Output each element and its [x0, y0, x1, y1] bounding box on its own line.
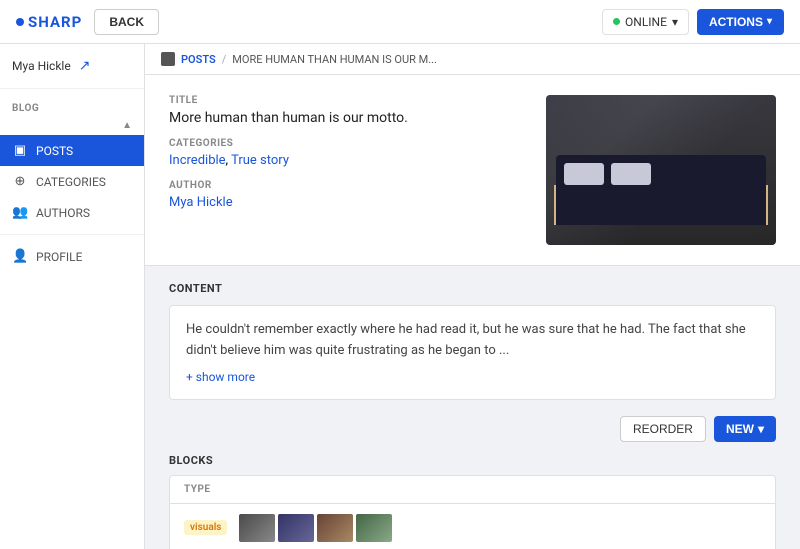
blocks-toolbar: REORDER NEW ▾	[169, 416, 776, 442]
app-logo: SHARP	[16, 13, 82, 31]
author-label: AUTHOR	[169, 180, 526, 191]
new-block-chevron-icon: ▾	[758, 422, 764, 436]
content-section-label: CONTENT	[169, 282, 776, 295]
content-box: He couldn't remember exactly where he ha…	[169, 305, 776, 400]
nav-right: ONLINE ▾ ACTIONS ▾	[602, 9, 784, 35]
body-area: Mya Hickle ↗ BLOG ▲ ▣ POSTS ⊕ CATEGORIES…	[0, 44, 800, 549]
actions-button[interactable]: ACTIONS ▾	[697, 9, 784, 35]
top-navigation: SHARP BACK ONLINE ▾ ACTIONS ▾	[0, 0, 800, 44]
sidebar-user: Mya Hickle ↗	[0, 44, 144, 89]
nav-left: SHARP BACK	[16, 9, 159, 35]
breadcrumb: POSTS / MORE HUMAN THAN HUMAN IS OUR M..…	[145, 44, 800, 75]
category-incredible[interactable]: Incredible	[169, 153, 226, 168]
breadcrumb-separator: /	[222, 53, 227, 66]
category-truestory[interactable]: True story	[231, 153, 289, 168]
sidebar-item-authors[interactable]: 👥 AUTHORS	[0, 197, 144, 228]
table-header-type: TYPE	[170, 476, 775, 504]
sidebar-authors-label: AUTHORS	[36, 206, 90, 220]
online-chevron: ▾	[672, 15, 678, 29]
thumb-2	[278, 514, 314, 542]
pillow-left	[564, 163, 604, 185]
thumb-1	[239, 514, 275, 542]
main-content: POSTS / MORE HUMAN THAN HUMAN IS OUR M..…	[145, 44, 800, 549]
posts-icon: ▣	[12, 143, 28, 158]
image-thumbs	[239, 514, 392, 542]
table-row: visuals	[170, 504, 775, 549]
sidebar: Mya Hickle ↗ BLOG ▲ ▣ POSTS ⊕ CATEGORIES…	[0, 44, 145, 549]
sidebar-item-categories[interactable]: ⊕ CATEGORIES	[0, 166, 144, 197]
post-categories: Incredible, True story	[169, 153, 526, 168]
logo-dot	[16, 18, 24, 26]
content-section: CONTENT He couldn't remember exactly whe…	[145, 266, 800, 416]
show-more-link[interactable]: + show more	[186, 370, 255, 384]
categories-icon: ⊕	[12, 174, 28, 189]
authors-icon: 👥	[12, 205, 28, 220]
sidebar-item-posts[interactable]: ▣ POSTS	[0, 135, 144, 166]
tag-visuals: visuals	[184, 520, 227, 535]
thumb-4	[356, 514, 392, 542]
breadcrumb-posts-link[interactable]: POSTS	[181, 53, 216, 66]
breadcrumb-posts-icon	[161, 52, 175, 66]
blocks-section-label: BLOCKS	[169, 454, 776, 467]
new-block-label: NEW	[726, 422, 754, 436]
pillow-right	[611, 163, 651, 185]
actions-chevron-icon: ▾	[767, 16, 772, 27]
sidebar-blog-label: BLOG	[12, 103, 39, 114]
online-label: ONLINE	[625, 15, 667, 29]
sidebar-posts-label: POSTS	[36, 144, 73, 158]
sidebar-item-profile[interactable]: 👤 PROFILE	[0, 241, 144, 272]
sidebar-blog-toggle[interactable]: ▲	[122, 120, 132, 131]
post-info: TITLE More human than human is our motto…	[169, 95, 526, 245]
sidebar-logout-icon[interactable]: ↗	[79, 58, 91, 74]
online-dot	[613, 18, 620, 25]
sidebar-divider	[0, 234, 144, 235]
title-label: TITLE	[169, 95, 526, 106]
logo-text: SHARP	[28, 13, 82, 31]
content-text: He couldn't remember exactly where he ha…	[186, 320, 759, 362]
blocks-table: TYPE visuals text Ab ut repellat quia la…	[169, 475, 776, 549]
sidebar-profile-label: PROFILE	[36, 250, 82, 264]
post-title: More human than human is our motto.	[169, 110, 526, 126]
bed-shape	[556, 155, 766, 225]
post-author[interactable]: Mya Hickle	[169, 195, 233, 210]
online-status: ONLINE ▾	[602, 9, 689, 35]
actions-label: ACTIONS	[709, 15, 763, 29]
sidebar-username: Mya Hickle	[12, 59, 71, 73]
breadcrumb-current-page: MORE HUMAN THAN HUMAN IS OUR M...	[232, 53, 437, 66]
thumb-3	[317, 514, 353, 542]
post-detail-panel: TITLE More human than human is our motto…	[145, 75, 800, 266]
profile-icon: 👤	[12, 249, 28, 264]
new-block-button[interactable]: NEW ▾	[714, 416, 776, 442]
post-thumbnail	[546, 95, 776, 245]
categories-label: CATEGORIES	[169, 138, 526, 149]
blocks-section: REORDER NEW ▾ BLOCKS TYPE visuals	[145, 416, 800, 549]
sidebar-categories-label: CATEGORIES	[36, 175, 106, 189]
back-button[interactable]: BACK	[94, 9, 159, 35]
sidebar-blog-section: BLOG	[0, 89, 144, 120]
reorder-button[interactable]: REORDER	[620, 416, 706, 442]
